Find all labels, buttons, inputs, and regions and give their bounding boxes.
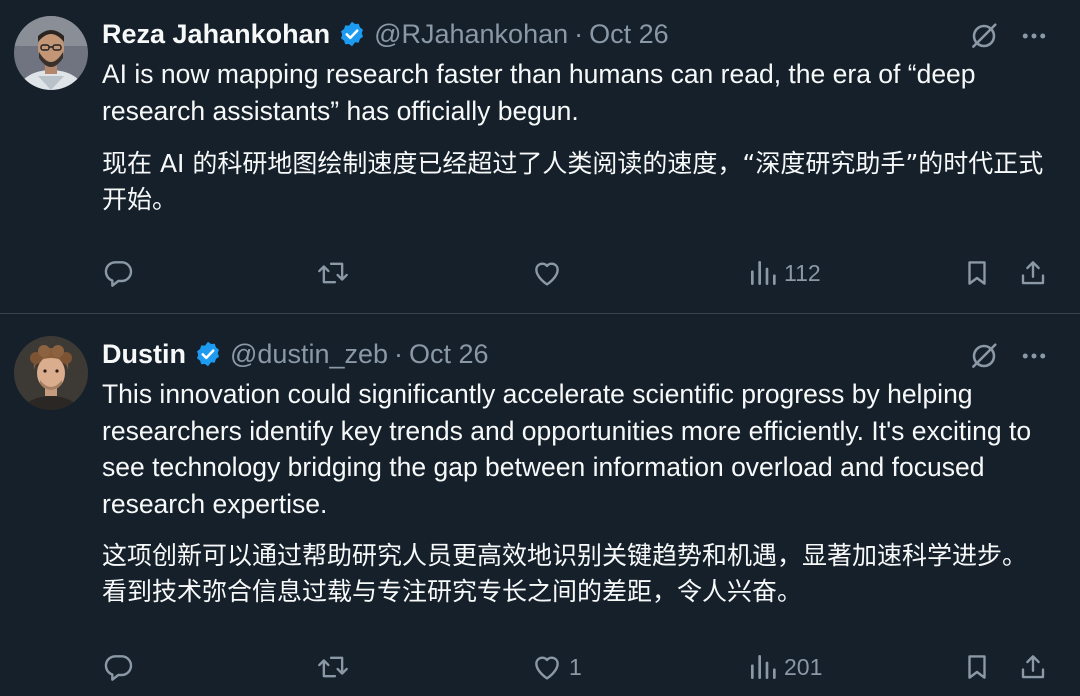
bookmark-icon — [968, 261, 986, 285]
avatar[interactable] — [14, 336, 88, 410]
retweet-button[interactable] — [316, 253, 356, 293]
bookmark-button[interactable] — [962, 647, 992, 687]
share-button[interactable] — [1018, 253, 1048, 293]
tweet[interactable]: Reza Jahankohan @RJahankohan · Oct 26 AI… — [0, 0, 1080, 314]
author-handle[interactable]: @dustin_zeb — [230, 339, 388, 370]
reply-button[interactable] — [103, 647, 141, 687]
more-options-icon[interactable] — [1016, 338, 1052, 374]
tweet-date[interactable]: Oct 26 — [409, 339, 489, 370]
author-name[interactable]: Reza Jahankohan — [102, 19, 330, 50]
share-icon — [1021, 261, 1045, 285]
heart-icon — [535, 656, 559, 680]
verified-badge-icon — [338, 20, 366, 48]
tweet-header: Reza Jahankohan @RJahankohan · Oct 26 — [102, 14, 960, 54]
verified-badge-icon — [194, 340, 222, 368]
reply-icon — [104, 261, 133, 287]
share-icon — [1021, 655, 1045, 679]
avatar[interactable] — [14, 16, 88, 90]
views-count: 112 — [784, 259, 821, 286]
views-icon — [751, 261, 776, 285]
grok-icon[interactable] — [966, 18, 1002, 54]
views-icon — [751, 655, 776, 679]
views-button[interactable]: 112 — [748, 253, 821, 293]
tweet-date[interactable]: Oct 26 — [589, 19, 669, 50]
like-button[interactable]: 1 — [531, 647, 582, 687]
tweet-feed: Reza Jahankohan @RJahankohan · Oct 26 AI… — [0, 0, 1080, 696]
author-name[interactable]: Dustin — [102, 339, 186, 370]
tweet-translation: 这项创新可以通过帮助研究人员更高效地识别关键趋势和机遇，显著加速科学进步。看到技… — [102, 541, 1028, 606]
tweet-translation: 现在 AI 的科研地图绘制速度已经超过了人类阅读的速度，“深度研究助手”的时代正… — [102, 149, 1044, 214]
reply-icon — [104, 655, 133, 681]
bookmark-icon — [968, 655, 986, 679]
grok-icon[interactable] — [966, 338, 1002, 374]
reply-button[interactable] — [103, 253, 141, 293]
views-count: 201 — [784, 653, 823, 680]
share-button[interactable] — [1018, 647, 1048, 687]
like-count: 1 — [569, 653, 582, 680]
heart-icon — [535, 262, 559, 286]
tweet-actions: 112 — [0, 253, 1080, 293]
tweet-text: AI is now mapping research faster than h… — [102, 59, 976, 126]
separator-dot: · — [574, 18, 584, 49]
tweet-text: This innovation could significantly acce… — [102, 379, 1032, 519]
retweet-icon — [318, 262, 348, 284]
retweet-button[interactable] — [316, 647, 356, 687]
like-button[interactable] — [531, 253, 569, 293]
tweet-header: Dustin @dustin_zeb · Oct 26 — [102, 334, 960, 374]
author-handle[interactable]: @RJahankohan — [374, 19, 568, 50]
views-button[interactable]: 201 — [748, 647, 822, 687]
retweet-icon — [318, 656, 348, 678]
bookmark-button[interactable] — [962, 253, 992, 293]
separator-dot: · — [394, 338, 404, 369]
more-options-icon[interactable] — [1016, 18, 1052, 54]
tweet[interactable]: Dustin @dustin_zeb · Oct 26 This innovat… — [0, 314, 1080, 696]
tweet-actions: 1 201 — [0, 647, 1080, 687]
